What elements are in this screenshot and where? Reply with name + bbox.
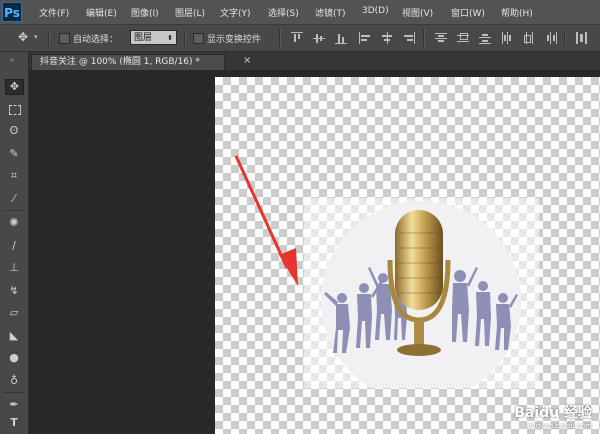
spot-healing-tool-icon[interactable]: ✺ bbox=[7, 216, 21, 230]
baidu-watermark: Baidu 经验 jingyan.baidu.com bbox=[514, 402, 592, 430]
pen-tool-icon[interactable]: ✒ bbox=[7, 398, 21, 412]
distribute-left-icon[interactable] bbox=[501, 32, 513, 44]
divider bbox=[279, 29, 281, 47]
distribute-top-icon[interactable] bbox=[435, 32, 447, 44]
menu-select[interactable]: 选择(S) bbox=[268, 6, 299, 19]
document-tab-title: 抖音关注 @ 100% (椭圆 1, RGB/16) * bbox=[40, 57, 200, 67]
menu-3d[interactable]: 3D(D) bbox=[362, 6, 389, 16]
align-hcenter-icon[interactable] bbox=[381, 32, 393, 44]
distribute-hcenter-icon[interactable] bbox=[523, 32, 535, 44]
menu-help[interactable]: 帮助(H) bbox=[501, 6, 533, 19]
auto-select-value: 图层 bbox=[134, 33, 153, 43]
align-right-icon[interactable] bbox=[403, 32, 415, 44]
divider bbox=[4, 210, 24, 211]
menu-window[interactable]: 窗口(W) bbox=[451, 6, 485, 19]
show-transform-label: 显示变换控件 bbox=[207, 35, 262, 45]
menu-edit[interactable]: 编辑(E) bbox=[86, 6, 117, 19]
marquee-tool-icon[interactable] bbox=[7, 102, 21, 116]
lasso-tool-icon[interactable]: ʘ bbox=[7, 124, 21, 138]
auto-select-checkbox[interactable] bbox=[59, 33, 70, 44]
eyedropper-tool-icon[interactable]: ⁄ bbox=[7, 192, 21, 206]
photoshop-logo-icon[interactable]: Ps bbox=[2, 2, 22, 22]
menu-type[interactable]: 文字(Y) bbox=[220, 6, 251, 19]
eraser-tool-icon[interactable]: ▱ bbox=[7, 306, 21, 320]
align-top-icon[interactable] bbox=[291, 32, 303, 44]
chevron-down-icon[interactable]: ▾ bbox=[34, 33, 38, 41]
menu-bar: Ps 文件(F) 编辑(E) 图像(I) 图层(L) 文字(Y) 选择(S) 滤… bbox=[0, 0, 600, 25]
align-vcenter-icon[interactable] bbox=[313, 32, 325, 44]
close-icon[interactable]: × bbox=[243, 55, 251, 66]
show-transform-checkbox[interactable] bbox=[193, 33, 204, 44]
divider bbox=[4, 392, 24, 393]
menu-layer[interactable]: 图层(L) bbox=[175, 6, 205, 19]
brush-tool-icon[interactable]: ∕ bbox=[7, 239, 21, 253]
document-tab[interactable]: 抖音关注 @ 100% (椭圆 1, RGB/16) * bbox=[31, 54, 225, 70]
history-brush-tool-icon[interactable]: ↯ bbox=[7, 284, 21, 298]
auto-align-icon[interactable] bbox=[576, 32, 588, 44]
menu-image[interactable]: 图像(I) bbox=[131, 6, 159, 19]
distribute-bottom-icon[interactable] bbox=[479, 32, 491, 44]
divider bbox=[48, 29, 50, 47]
align-bottom-icon[interactable] bbox=[335, 32, 347, 44]
microphone-crowd-artwork bbox=[304, 198, 539, 388]
paint-bucket-tool-icon[interactable]: ◣ bbox=[7, 329, 21, 343]
auto-select-dropdown[interactable]: 图层 ⬍ bbox=[130, 30, 177, 45]
blur-tool-icon[interactable]: ● bbox=[7, 351, 21, 365]
canvas-workspace bbox=[29, 70, 600, 434]
watermark-url: jingyan.baidu.com bbox=[527, 422, 592, 430]
watermark-title: Baidu 经验 bbox=[514, 405, 592, 421]
divider bbox=[564, 29, 566, 47]
menu-view[interactable]: 视图(V) bbox=[402, 6, 433, 19]
auto-select-label: 自动选择： bbox=[73, 35, 119, 45]
updown-icon: ⬍ bbox=[167, 34, 173, 42]
move-tool-icon[interactable]: ✥ bbox=[5, 79, 24, 95]
divider bbox=[184, 29, 186, 47]
divider bbox=[423, 29, 425, 47]
type-tool-icon[interactable]: T bbox=[7, 416, 21, 430]
clone-stamp-tool-icon[interactable]: ⊥ bbox=[7, 261, 21, 275]
options-bar: ✥ ▾ 自动选择： 图层 ⬍ 显示变换控件 bbox=[0, 25, 600, 52]
distribute-vcenter-icon[interactable] bbox=[457, 32, 469, 44]
menu-file[interactable]: 文件(F) bbox=[39, 6, 69, 19]
align-left-icon[interactable] bbox=[359, 32, 371, 44]
dodge-tool-icon[interactable]: ♁ bbox=[7, 374, 21, 388]
move-tool-preset-icon[interactable]: ✥ bbox=[18, 30, 28, 44]
menu-filter[interactable]: 滤镜(T) bbox=[315, 6, 346, 19]
panel-collapse-icon[interactable]: » bbox=[10, 56, 14, 64]
quick-select-tool-icon[interactable]: ✎ bbox=[7, 147, 21, 161]
crop-tool-icon[interactable]: ⌗ bbox=[7, 169, 21, 183]
document-tab-bar: 抖音关注 @ 100% (椭圆 1, RGB/16) * × bbox=[29, 52, 600, 70]
distribute-right-icon[interactable] bbox=[545, 32, 557, 44]
document-canvas[interactable] bbox=[215, 77, 600, 434]
tools-panel: » ✥ ʘ ✎ ⌗ ⁄ ✺ ∕ ⊥ ↯ ▱ ◣ ● ♁ ✒ T bbox=[0, 52, 29, 434]
